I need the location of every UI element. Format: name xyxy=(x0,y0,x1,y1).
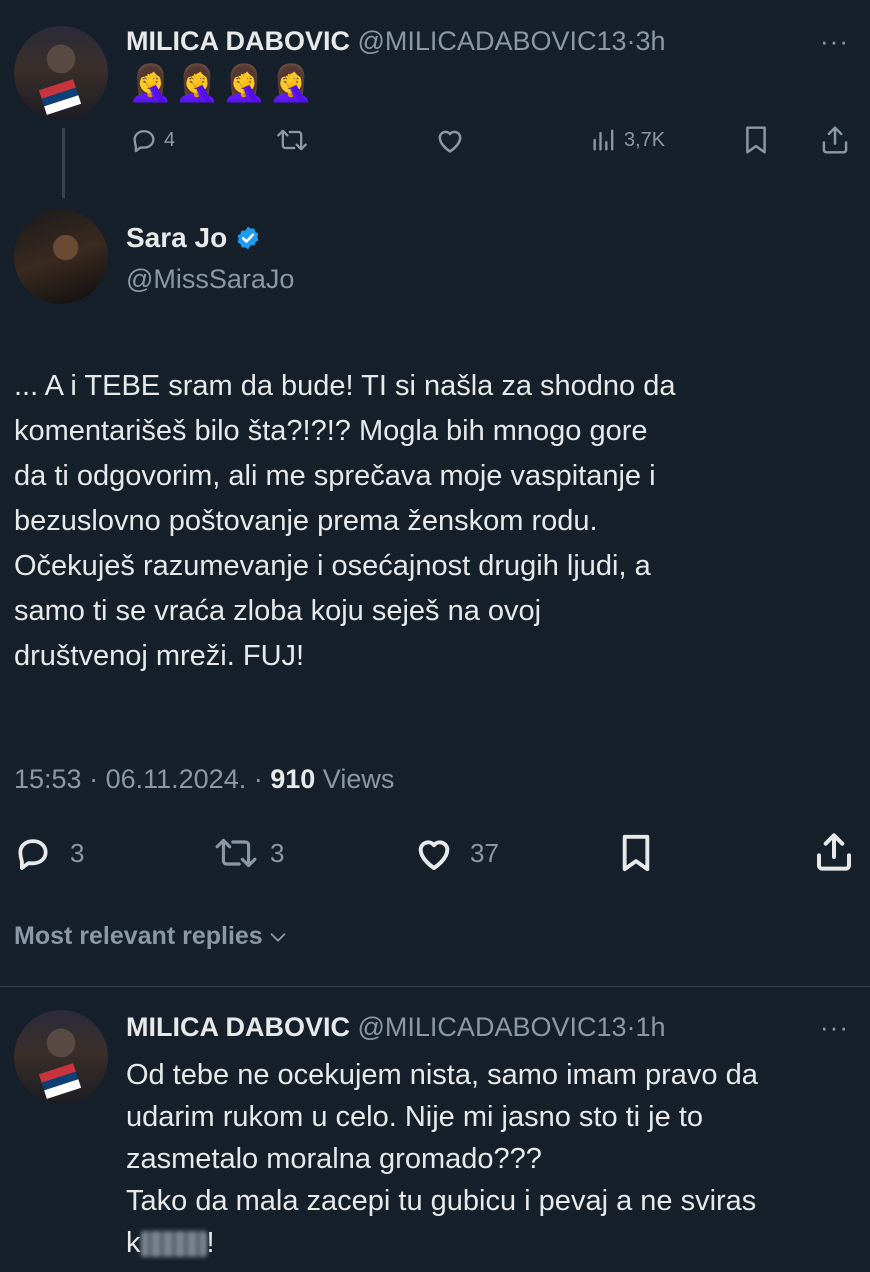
reply-icon xyxy=(18,839,48,870)
tweet3-handle[interactable]: @MILICADABOVIC13 xyxy=(358,1012,627,1042)
tweet1-retweet-button[interactable] xyxy=(276,126,308,154)
tweet2-handle[interactable]: @MissSaraJo xyxy=(126,264,294,295)
tweet2-line-4: bezuslovno poštovanje prema ženskom rodu… xyxy=(14,505,598,537)
chevron-down-icon xyxy=(270,932,286,942)
tweet1-bookmark-button[interactable] xyxy=(742,124,770,156)
tweet2-line-2: komentarišeš bilo šta?!?!? Mogla bih mno… xyxy=(14,415,648,447)
tweet3-display-name[interactable]: MILICA DABOVIC xyxy=(126,1012,350,1042)
tweet2-like-button[interactable]: 37 xyxy=(414,834,499,872)
avatar-milica[interactable] xyxy=(14,26,108,120)
tweet3-line-5-end: ! xyxy=(206,1227,215,1259)
tweet2-bookmark-button[interactable] xyxy=(618,832,654,874)
tweet2-views-count: 910 xyxy=(270,764,316,794)
facepalm-emoji-1: 🤦‍♀️ xyxy=(128,62,175,103)
views-chart-icon xyxy=(593,129,614,151)
tweet3-dot: · xyxy=(626,1012,636,1042)
tweet3-header: MILICA DABOVIC @MILICADABOVIC13·1h xyxy=(126,1012,666,1043)
tweet3-line-5: k! xyxy=(126,1222,866,1264)
facepalm-emoji-3: 🤦‍♀️ xyxy=(221,62,269,103)
tweet2-line-7: društvenoj mreži. FUJ! xyxy=(14,640,305,672)
tweet2-views-label: Views xyxy=(322,764,395,794)
tweet2-meta: 15:53 · 06.11.2024. · 910 Views xyxy=(14,764,395,794)
tweet2-line-5: Očekuješ razumevanje i osećajnost drugih… xyxy=(14,550,651,582)
tweet2-retweet-button[interactable]: 3 xyxy=(214,834,284,872)
tweet1-emojis: 🤦‍♀️🤦‍♀️🤦‍♀️🤦‍♀️ xyxy=(128,62,315,104)
tweet3-line-1: Od tebe ne ocekujem nista, samo imam pra… xyxy=(126,1059,758,1091)
tweet1-dot: · xyxy=(626,26,636,56)
tweet2-body: ... A i TEBE sram da bude! TI si našla z… xyxy=(14,364,864,679)
avatar-milica-reply[interactable] xyxy=(14,1010,108,1104)
tweet1-views: 3,7K xyxy=(624,128,666,151)
tweet2-line-6: samo ti se vraća zloba koju seješ na ovo… xyxy=(14,595,542,627)
tweet3-line-4: Tako da mala zacepi tu gubicu i pevaj a … xyxy=(126,1185,757,1217)
tweet1-handle[interactable]: @MILICADABOVIC13 xyxy=(358,26,627,56)
facepalm-emoji-2: 🤦‍♀️ xyxy=(174,62,222,103)
share-icon xyxy=(822,126,848,154)
tweet2-share-button[interactable] xyxy=(814,830,854,874)
heart-icon xyxy=(438,130,462,153)
tweet3-body: Od tebe ne ocekujem nista, samo imam pra… xyxy=(126,1054,866,1264)
avatar-sara[interactable] xyxy=(14,210,108,304)
share-icon xyxy=(817,833,851,871)
tweet2-name-row: Sara Jo xyxy=(126,222,261,254)
tweet2-like-count: 37 xyxy=(470,837,499,868)
tweet1-views-button[interactable]: 3,7K xyxy=(590,126,665,154)
thread-line xyxy=(62,128,65,198)
tweet3-line-2: udarim rukom u celo. Nije mi jasno sto t… xyxy=(126,1101,703,1133)
tweet2-reply-button[interactable]: 3 xyxy=(14,834,84,872)
tweet2-display-name[interactable]: Sara Jo xyxy=(126,222,227,254)
bookmark-icon xyxy=(746,126,766,154)
verified-badge-icon xyxy=(237,226,259,250)
tweet1-like-button[interactable] xyxy=(434,126,466,154)
separator xyxy=(0,986,870,987)
facepalm-emoji-4: 🤦‍♀️ xyxy=(268,62,316,103)
tweet1-display-name[interactable]: MILICA DABOVIC xyxy=(126,26,350,56)
tweet2-time[interactable]: 15:53 xyxy=(14,764,82,794)
tweet1-reply-button[interactable]: 4 xyxy=(130,126,175,154)
censored-blur xyxy=(140,1231,207,1258)
heart-icon xyxy=(418,840,450,870)
tweet1-share-button[interactable] xyxy=(820,124,850,156)
tweet2-reply-count: 3 xyxy=(70,837,85,868)
tweet1-header: MILICA DABOVIC @MILICADABOVIC13·3h xyxy=(126,26,666,57)
reply-icon xyxy=(133,130,155,153)
tweet2-line-3: da ti odgovorim, ali me sprečava moje va… xyxy=(14,460,656,492)
replies-sort-dropdown[interactable]: Most relevant replies xyxy=(14,922,289,951)
tweet1-time[interactable]: 3h xyxy=(636,26,666,56)
retweet-icon xyxy=(277,129,307,151)
tweet3-more-icon[interactable]: ··· xyxy=(820,1012,849,1043)
tweet1-more-icon[interactable]: ··· xyxy=(820,26,849,57)
tweet2-line-1: ... A i TEBE sram da bude! TI si našla z… xyxy=(14,370,676,402)
bookmark-icon xyxy=(622,834,650,872)
retweet-icon xyxy=(215,838,257,868)
tweet3-time[interactable]: 1h xyxy=(636,1012,666,1042)
tweet2-date[interactable]: 06.11.2024. xyxy=(106,764,247,794)
tweet3-line-3: zasmetalo moralna gromado??? xyxy=(126,1143,542,1175)
replies-sort-label: Most relevant replies xyxy=(14,922,263,950)
tweet2-retweet-count: 3 xyxy=(270,837,285,868)
tweet1-reply-count: 4 xyxy=(164,128,176,151)
tweet3-line-5-start: k xyxy=(126,1227,141,1259)
